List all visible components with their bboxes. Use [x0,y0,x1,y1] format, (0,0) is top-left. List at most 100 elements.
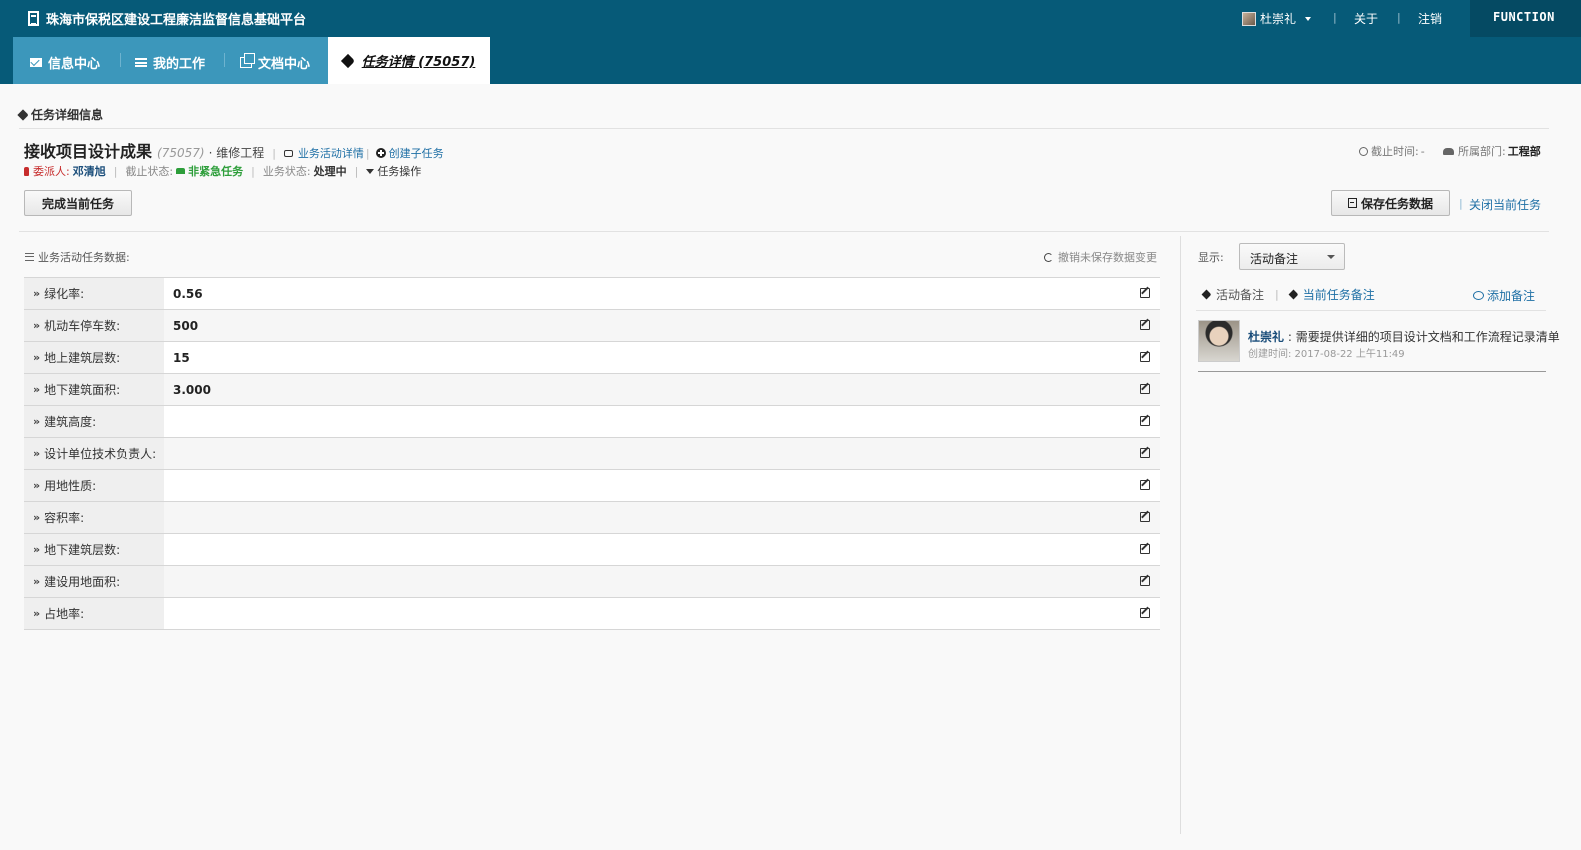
about-link[interactable]: 关于 [1354,10,1378,27]
biz-state: 处理中 [313,165,347,178]
save-task-button[interactable]: 保存任务数据 [1331,190,1450,216]
field-label-text: 地上建筑层数: [44,351,121,365]
undo-icon [1044,252,1053,262]
deadline-label: 截止时间: [1371,145,1419,158]
logout-link[interactable]: 注销 [1418,10,1442,27]
note-item: 杜崇礼 : 需要提供详细的项目设计文档和工作流程记录清单 创建时间: 2017-… [1198,320,1560,372]
add-note-link[interactable]: 添加备注 [1473,287,1535,304]
top-bar: 珠海市保税区建设工程廉洁监督信息基础平台 杜崇礼 | 关于 | 注销 FUNCT… [0,0,1581,37]
field-value [164,502,1160,533]
task-ops-menu[interactable]: 任务操作 [377,163,421,179]
save-icon [1347,198,1357,208]
table-row: » 地下建筑面积: 3.000 [24,374,1160,406]
tab-my-work[interactable]: 我的工作 [135,53,205,72]
tab-activity-notes[interactable]: 活动备注 [1216,286,1264,303]
double-chevron-right-icon: » [33,351,41,364]
field-label-text: 占地率: [44,607,85,621]
tab-label: 文档中心 [258,57,311,72]
undo-changes-link[interactable]: 撤销未保存数据变更 [1044,249,1157,265]
panel-divider [1180,236,1181,834]
clock-icon [1359,146,1368,156]
nav-bar: 信息中心 我的工作 文档中心 任务详情 (75057) [0,37,1581,84]
retweet-icon [283,150,293,157]
edit-icon[interactable] [1140,544,1150,554]
edit-icon[interactable] [1140,448,1150,458]
task-data-table: » 绿化率: 0.56 » 机动车停车数: 500 » 地上建筑层数: 15 » 地下建… [24,277,1160,630]
complete-task-button[interactable]: 完成当前任务 [24,190,132,216]
field-value [164,406,1160,437]
edit-icon[interactable] [1140,384,1150,394]
field-label-text: 绿化率: [44,287,85,301]
double-chevron-right-icon: » [33,415,41,428]
field-value: 15 [173,350,190,365]
select-value: 活动备注 [1250,252,1299,266]
tag-icon [1288,289,1299,300]
divider [120,53,121,67]
edit-icon[interactable] [1140,608,1150,618]
note-author[interactable]: 杜崇礼 [1248,330,1284,344]
divider: | [251,164,255,178]
data-panel-title: 业务活动任务数据: [25,249,130,265]
comment-icon [1473,291,1484,300]
edit-icon[interactable] [1140,320,1150,330]
deadline-state-label: 截止状态: [125,165,174,178]
field-value [164,438,1160,469]
edit-icon[interactable] [1140,576,1150,586]
field-label-text: 建设用地面积: [44,575,121,589]
edit-icon[interactable] [1140,480,1150,490]
group-icon [1443,147,1454,155]
field-label: » 机动车停车数: [24,310,164,341]
activity-detail-link[interactable]: 业务活动详情 [298,145,364,161]
divider: | [1275,288,1279,301]
note-time: 创建时间: 2017-08-22 上午11:49 [1248,349,1405,360]
field-label: » 地下建筑面积: [24,374,164,405]
double-chevron-right-icon: » [33,607,41,620]
divider [224,53,225,67]
tab-info-center[interactable]: 信息中心 [30,53,100,72]
note-filter-select[interactable]: 活动备注 [1239,243,1345,270]
tab-current-task-notes[interactable]: 当前任务备注 [1303,286,1375,303]
building-icon [28,11,39,26]
field-label: » 用地性质: [24,470,164,501]
edit-icon[interactable] [1140,512,1150,522]
tab-label: 任务详情 (75057) [361,55,476,70]
close-task-link[interactable]: 关闭当前任务 [1469,196,1541,213]
assigner-name[interactable]: 邓清旭 [73,163,106,179]
edit-icon[interactable] [1140,288,1150,298]
mail-icon [30,58,42,67]
divider [19,231,1549,232]
deadline-value: - [1420,144,1425,158]
field-label-text: 设计单位技术负责人: [44,447,157,461]
list-icon [135,58,147,67]
table-row: » 容积率: [24,502,1160,534]
double-chevron-right-icon: » [33,543,41,556]
field-label-text: 地下建筑面积: [44,383,121,397]
divider [1196,310,1546,311]
divider: | [113,164,118,178]
app-brand[interactable]: 珠海市保税区建设工程廉洁监督信息基础平台 [28,9,306,28]
docs-icon [240,53,255,68]
task-meta: 委派人: 邓清旭 | 截止状态: 非紧急任务 | 业务状态: 处理中 | 任务操… [24,163,421,179]
divider: | [365,147,370,160]
field-label: » 设计单位技术负责人: [24,438,164,469]
task-id: (75057) [157,146,205,160]
edit-icon[interactable] [1140,352,1150,362]
tab-doc-center[interactable]: 文档中心 [240,53,310,72]
author-photo [1198,320,1240,362]
edit-icon[interactable] [1140,416,1150,426]
field-label: » 占地率: [24,598,164,629]
task-type: · 维修工程 [208,146,265,160]
divider: | [272,147,276,160]
divider [19,128,1549,129]
field-label-text: 用地性质: [44,479,97,493]
tab-task-detail[interactable]: 任务详情 (75057) [328,37,490,84]
create-subtask-link[interactable]: 创建子任务 [389,145,444,161]
divider: | [1459,197,1463,210]
section-title-text: 任务详细信息 [31,108,104,122]
user-menu[interactable]: 杜崇礼 [1242,10,1312,27]
tags-icon [1201,289,1212,300]
chevron-down-icon [1305,16,1312,21]
task-title: 接收项目设计成果 [24,142,153,161]
table-row: » 建设用地面积: [24,566,1160,598]
double-chevron-right-icon: » [33,575,41,588]
